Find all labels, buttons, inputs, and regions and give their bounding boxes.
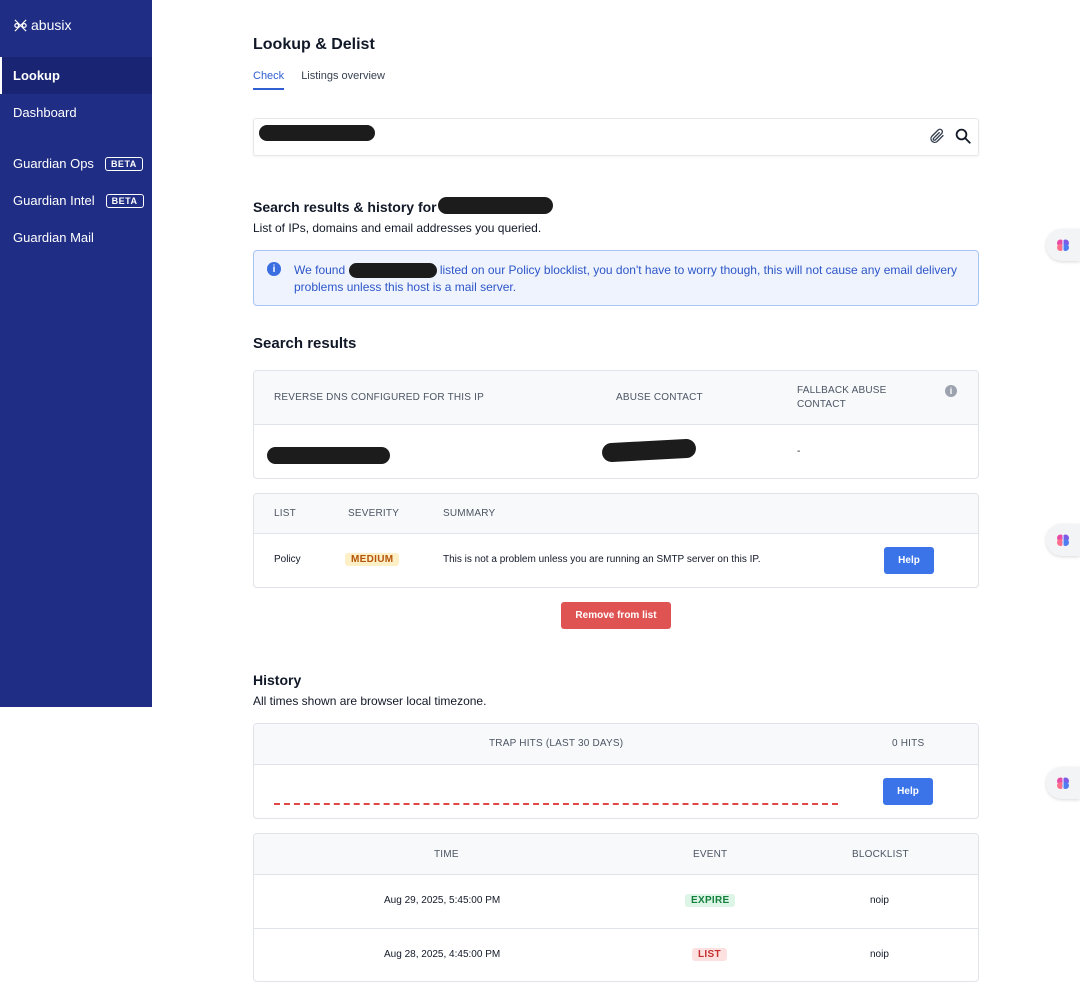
redacted-abuse-contact	[601, 438, 697, 463]
column-header: BLOCKLIST	[852, 849, 909, 860]
redacted-query	[438, 197, 553, 214]
table-row: Aug 29, 2025, 5:45:00 PM EXPIRE noip	[254, 875, 978, 929]
help-button[interactable]: Help	[883, 778, 933, 805]
trap-hits-label: TRAP HITS (LAST 30 DAYS)	[489, 738, 624, 749]
page-title: Lookup & Delist	[253, 36, 375, 53]
history-blocklist: noip	[870, 949, 889, 960]
sidebar-item-label: Guardian Intel	[13, 193, 95, 208]
brain-icon	[1057, 534, 1069, 546]
dns-contact-card: REVERSE DNS CONFIGURED FOR THIS IP ABUSE…	[253, 370, 979, 479]
sidebar-item-guardian-intel[interactable]: Guardian Intel BETA	[0, 182, 152, 219]
tab-listings-overview[interactable]: Listings overview	[301, 70, 385, 90]
search-icon[interactable]	[954, 127, 972, 145]
history-time: Aug 29, 2025, 5:45:00 PM	[384, 895, 501, 906]
sidebar: abusix Lookup Dashboard Guardian Ops BET…	[0, 0, 152, 707]
column-header: TIME	[434, 849, 459, 860]
policy-info-alert: i We found listed on our Policy blocklis…	[253, 250, 979, 306]
info-icon[interactable]: i	[945, 385, 957, 397]
info-message: We found listed on our Policy blocklist,…	[294, 263, 958, 294]
column-header: LIST	[274, 508, 296, 519]
table-row: -	[254, 425, 978, 478]
redacted-reverse-dns	[267, 447, 390, 464]
brain-icon	[1057, 777, 1069, 789]
remove-from-list-button[interactable]: Remove from list	[561, 602, 671, 629]
column-header: ABUSE CONTACT	[616, 392, 703, 403]
list-name: Policy	[274, 554, 301, 565]
history-time: Aug 28, 2025, 4:45:00 PM	[384, 949, 501, 960]
brain-extension-button[interactable]	[1046, 229, 1080, 261]
logo-text: abusix	[31, 17, 72, 33]
sidebar-item-guardian-ops[interactable]: Guardian Ops BETA	[0, 145, 152, 182]
column-header: SEVERITY	[348, 508, 400, 519]
severity-badge: MEDIUM	[345, 553, 400, 566]
search-results-title: Search results	[253, 335, 357, 352]
trap-hits-count: 0 HITS	[892, 738, 925, 749]
brain-extension-button[interactable]	[1046, 524, 1080, 556]
info-icon: i	[267, 262, 281, 276]
tab-check[interactable]: Check	[253, 70, 285, 90]
redacted-host	[348, 263, 437, 279]
abusix-logo-icon	[14, 18, 27, 32]
search-input[interactable]	[253, 118, 979, 156]
sidebar-item-dashboard[interactable]: Dashboard	[0, 94, 152, 131]
trap-hits-sparkline	[274, 803, 838, 805]
results-history-title: Search results & history for	[253, 199, 437, 215]
brain-extension-button[interactable]	[1046, 767, 1080, 799]
table-row: Policy MEDIUM This is not a problem unle…	[254, 534, 978, 587]
event-badge: LIST	[692, 948, 727, 961]
paperclip-icon[interactable]	[928, 127, 946, 145]
sidebar-item-label: Guardian Ops	[13, 156, 94, 171]
redacted-search-value	[259, 125, 375, 141]
beta-badge: BETA	[105, 193, 144, 208]
sidebar-item-label: Guardian Mail	[13, 230, 94, 245]
sidebar-item-label: Lookup	[13, 68, 60, 83]
history-blocklist: noip	[870, 895, 889, 906]
sidebar-item-guardian-mail[interactable]: Guardian Mail	[0, 219, 152, 256]
trap-hits-card: TRAP HITS (LAST 30 DAYS) 0 HITS Help	[253, 723, 979, 819]
abusix-logo[interactable]: abusix	[13, 17, 71, 33]
table-row: Aug 28, 2025, 4:45:00 PM LIST noip	[254, 929, 978, 981]
history-table: TIME EVENT BLOCKLIST Aug 29, 2025, 5:45:…	[253, 833, 979, 982]
column-header: SUMMARY	[443, 508, 496, 519]
summary-text: This is not a problem unless you are run…	[443, 554, 761, 565]
history-subtitle: All times shown are browser local timezo…	[253, 694, 487, 708]
column-header: FALLBACK ABUSE CONTACT	[797, 385, 887, 410]
sidebar-item-lookup[interactable]: Lookup	[0, 57, 152, 94]
brain-icon	[1057, 239, 1069, 251]
tabs: Check Listings overview	[253, 70, 402, 90]
fallback-contact-value: -	[797, 446, 801, 457]
column-header: REVERSE DNS CONFIGURED FOR THIS IP	[274, 392, 484, 403]
sidebar-item-label: Dashboard	[13, 105, 77, 120]
trap-hits-row: Help	[254, 765, 978, 818]
beta-badge: BETA	[104, 156, 143, 171]
listings-table: LIST SEVERITY SUMMARY Policy MEDIUM This…	[253, 493, 979, 588]
history-title: History	[253, 672, 302, 688]
event-badge: EXPIRE	[685, 894, 736, 907]
help-button[interactable]: Help	[884, 547, 934, 574]
column-header: EVENT	[693, 849, 728, 860]
results-history-subtitle: List of IPs, domains and email addresses…	[253, 221, 542, 235]
